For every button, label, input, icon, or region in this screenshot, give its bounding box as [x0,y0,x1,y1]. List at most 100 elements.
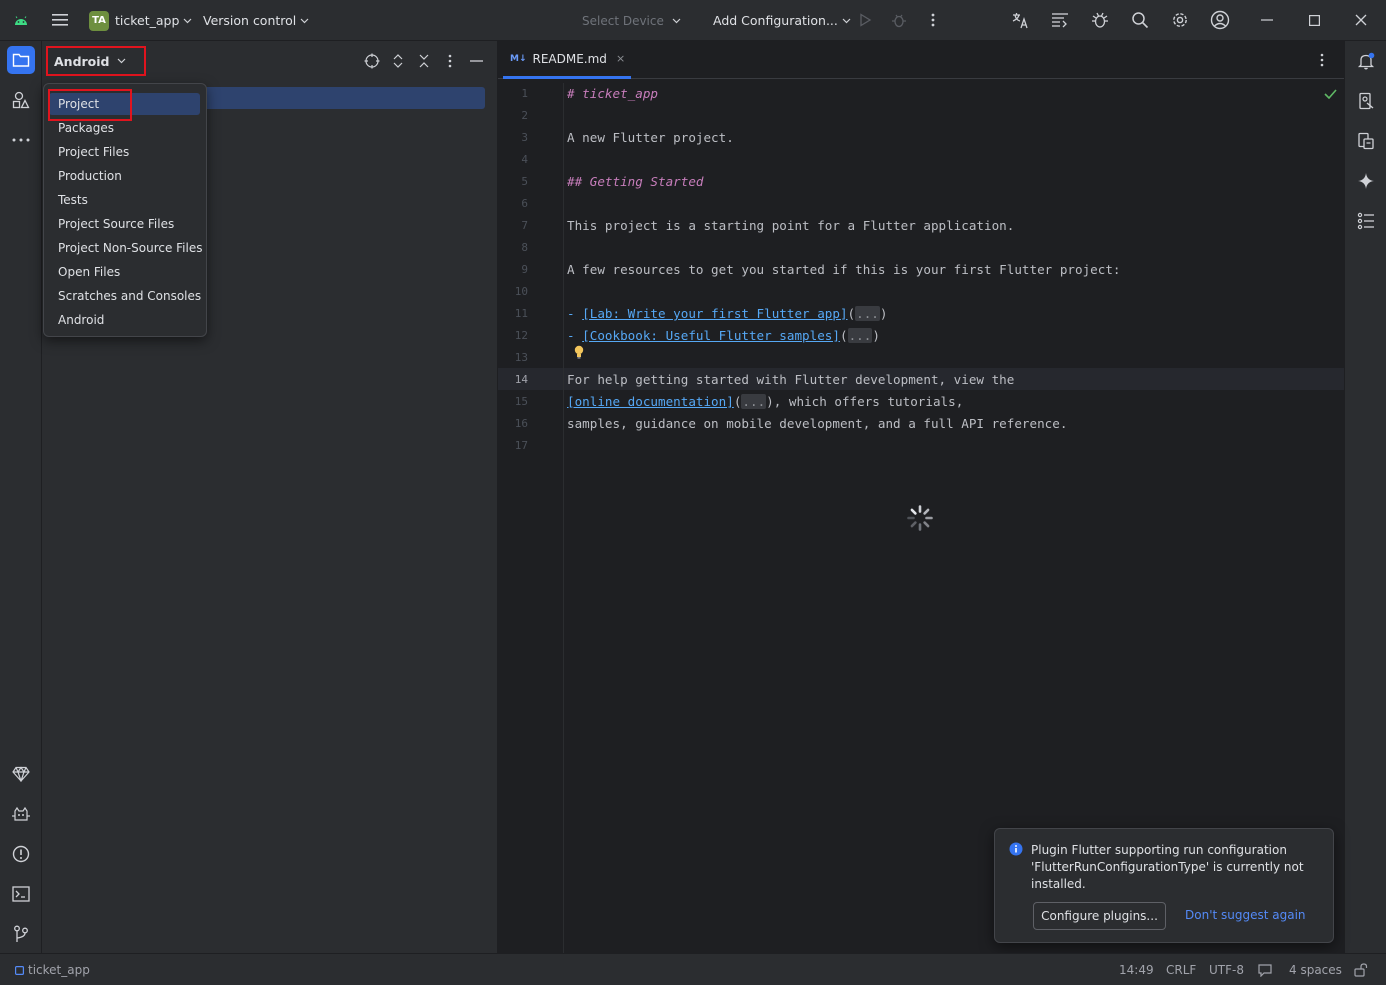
line-number: 2 [521,109,528,122]
device-selector[interactable]: Select Device [582,0,681,41]
popup-item-packages[interactable]: Packages [49,117,200,139]
dont-suggest-again-link[interactable]: Don't suggest again [1185,908,1306,922]
run-configuration-selector[interactable]: Add Configuration... [713,0,851,41]
editor-tab-bar: M↓ README.md × [498,41,1344,79]
more-icon[interactable] [919,6,947,34]
project-icon[interactable] [7,46,35,74]
markdown-heading: # ticket_app [567,86,658,101]
terminal-icon[interactable] [7,880,35,908]
folded-url[interactable]: ... [855,306,880,321]
no-problems-check-icon[interactable] [1324,89,1337,99]
popup-item-project[interactable]: Project [49,93,200,115]
right-tool-strip [1344,41,1386,953]
project-panel-header: Android [42,41,498,81]
line-number: 1 [521,87,528,100]
project-badge: TA [89,10,109,31]
more-icon[interactable] [1320,53,1324,67]
caret-position[interactable]: 14:49 [1119,954,1154,985]
line-separator[interactable]: CRLF [1166,954,1196,985]
popup-item-project-files[interactable]: Project Files [49,141,200,163]
chevron-down-icon [672,18,681,23]
device-manager-icon[interactable] [1354,89,1378,113]
markdown-link[interactable]: [Cookbook: Useful Flutter samples] [582,328,840,343]
hamburger-menu-icon[interactable] [46,6,74,34]
translate-icon[interactable] [1006,6,1034,34]
popup-item-production[interactable]: Production [49,165,200,187]
info-icon [1009,842,1023,856]
search-icon[interactable] [1126,6,1154,34]
file-encoding[interactable]: UTF-8 [1209,954,1244,985]
code-line: This project is a starting point for a F… [567,218,1015,233]
popup-item-project-non-source-files[interactable]: Project Non-Source Files [49,237,203,259]
list-marker: - [567,306,583,321]
maximize-icon[interactable] [1300,6,1328,34]
status-project-name: ticket_app [28,963,90,977]
gemini-icon[interactable] [1354,169,1378,193]
markdown-link[interactable]: [online documentation] [567,394,734,409]
gradle-icon[interactable] [7,760,35,788]
read-only-toggle-icon[interactable] [1354,954,1368,985]
lightbulb-icon[interactable] [573,345,585,359]
running-devices-icon[interactable] [1354,129,1378,153]
line-number: 10 [514,285,528,298]
line-number: 12 [514,329,528,342]
status-bar: ticket_app 14:49 CRLF UTF-8 4 spaces [0,953,1386,985]
popup-item-android[interactable]: Android [49,309,200,331]
run-icon[interactable] [851,6,879,34]
hide-icon[interactable] [467,52,485,70]
project-tree-selected-row[interactable] [198,87,485,109]
expand-all-icon[interactable] [389,52,407,70]
editor: M↓ README.md × 1 2 3 4 5 6 7 8 9 10 11 1… [498,41,1344,953]
line-number: 16 [514,417,528,430]
project-view-popup: Project Packages Project Files Productio… [43,83,207,337]
folded-url[interactable]: ... [847,328,873,343]
markdown-link[interactable]: [Lab: Write your first Flutter app] [582,306,847,321]
notification-balloon: Plugin Flutter supporting run configurat… [994,828,1334,943]
indent-setting[interactable]: 4 spaces [1289,954,1342,985]
resource-manager-icon[interactable] [7,86,35,114]
close-icon[interactable] [1347,6,1375,34]
settings-icon[interactable] [1166,6,1194,34]
project-view-label: Android [54,53,110,69]
line-number: 3 [521,131,528,144]
project-view-selector[interactable]: Android [46,46,146,76]
project-name: ticket_app [115,13,180,28]
notification-message: Plugin Flutter supporting run configurat… [1031,843,1304,891]
project-switcher[interactable]: TA ticket_app [89,0,192,41]
popup-item-tests[interactable]: Tests [49,189,200,211]
run-configuration-label: Add Configuration... [713,13,838,28]
problems-icon[interactable] [7,840,35,868]
line-number: 17 [514,439,528,452]
locate-icon[interactable] [363,52,381,70]
code-line: - [Lab: Write your first Flutter app](..… [567,303,887,325]
bug-icon[interactable] [1086,6,1114,34]
configure-plugins-button[interactable]: Configure plugins... [1033,902,1166,930]
structure-icon[interactable] [1354,209,1378,233]
popup-item-project-source-files[interactable]: Project Source Files [49,213,200,235]
tab-readme[interactable]: M↓ README.md × [503,41,631,79]
loading-spinner-icon [906,504,934,532]
module-icon [15,965,24,975]
tab-close-icon[interactable]: × [616,52,625,65]
more-icon[interactable] [441,52,459,70]
account-icon[interactable] [1206,6,1234,34]
line-number-gutter: 1 2 3 4 5 6 7 8 9 10 11 12 13 14 15 16 1… [498,83,564,953]
version-control-menu[interactable]: Version control [203,0,309,41]
comment-icon[interactable] [1258,954,1272,985]
line-number: 5 [521,175,528,188]
more-tools-icon[interactable] [7,126,35,154]
collapse-all-icon[interactable] [415,52,433,70]
debug-icon[interactable] [885,6,913,34]
code-text: ), which offers tutorials, [766,394,964,409]
popup-item-open-files[interactable]: Open Files [49,261,200,283]
git-icon[interactable] [7,920,35,948]
minimize-icon[interactable] [1253,6,1281,34]
line-number: 15 [514,395,528,408]
folded-url[interactable]: ... [741,394,767,409]
notifications-icon[interactable] [1354,49,1378,73]
logcat-icon[interactable] [7,800,35,828]
status-project-breadcrumb[interactable]: ticket_app [15,954,90,985]
popup-item-scratches-and-consoles[interactable]: Scratches and Consoles [49,285,201,307]
ai-assistant-icon[interactable] [1046,6,1074,34]
line-number: 8 [521,241,528,254]
